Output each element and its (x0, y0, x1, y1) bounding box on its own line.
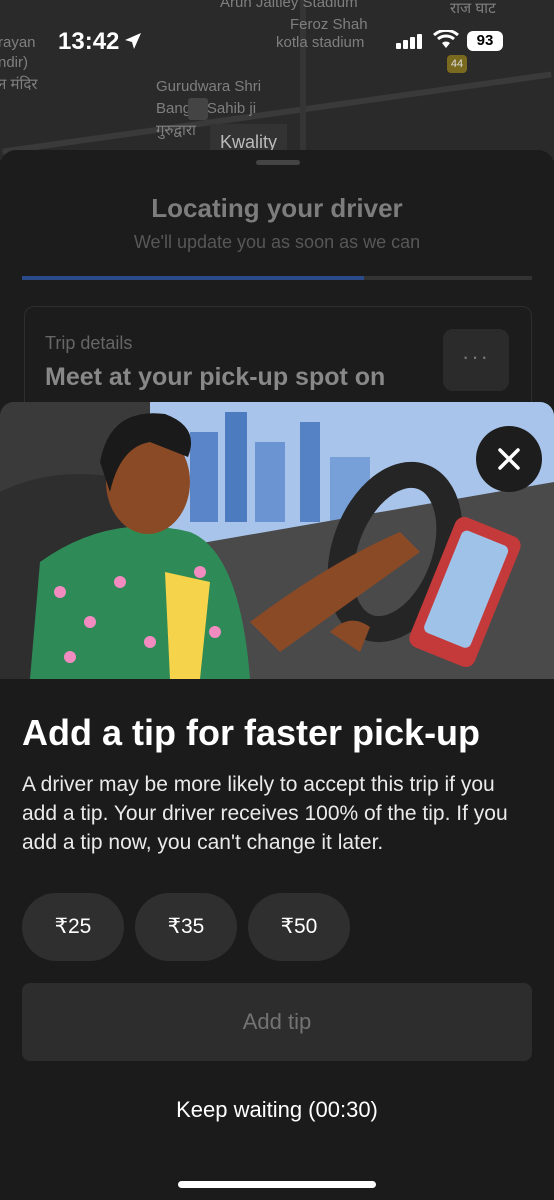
locating-progress-bar (22, 276, 532, 280)
keep-waiting-button[interactable]: Keep waiting (00:30) (0, 1097, 554, 1123)
status-bar: 13:42 93 (0, 0, 554, 80)
tip-option-35[interactable]: ₹35 (135, 893, 237, 961)
tip-description: A driver may be more likely to accept th… (22, 773, 508, 854)
trip-details-label: Trip details (45, 333, 133, 353)
tip-option-50[interactable]: ₹50 (248, 893, 350, 961)
add-tip-button[interactable]: Add tip (22, 983, 532, 1061)
trip-details-main: Meet at your pick-up spot on (45, 363, 386, 391)
wifi-icon (433, 30, 459, 48)
more-options-button[interactable]: ··· (443, 329, 509, 391)
close-icon (498, 448, 520, 470)
status-time: 13:42 (58, 28, 120, 55)
cellular-signal-icon (396, 34, 422, 49)
close-button[interactable] (476, 426, 542, 492)
driver-illustration (0, 402, 554, 679)
map-label-gurudwara-3: गुरुद्वारा (156, 122, 196, 139)
battery-indicator: 93 (467, 31, 503, 51)
tip-option-25[interactable]: ₹25 (22, 893, 124, 961)
home-indicator[interactable] (178, 1181, 376, 1188)
tip-title: Add a tip for faster pick-up (22, 712, 481, 753)
locating-progress-fill (22, 276, 364, 280)
locating-subtitle: We'll update you as soon as we can (133, 232, 421, 252)
location-arrow-icon (125, 33, 141, 49)
locating-title: Locating your driver (151, 193, 403, 223)
map-label-gurudwara: Gurudwara Shri (156, 78, 262, 95)
sheet-grabber[interactable] (256, 160, 300, 165)
map-pin-icon (188, 98, 208, 120)
